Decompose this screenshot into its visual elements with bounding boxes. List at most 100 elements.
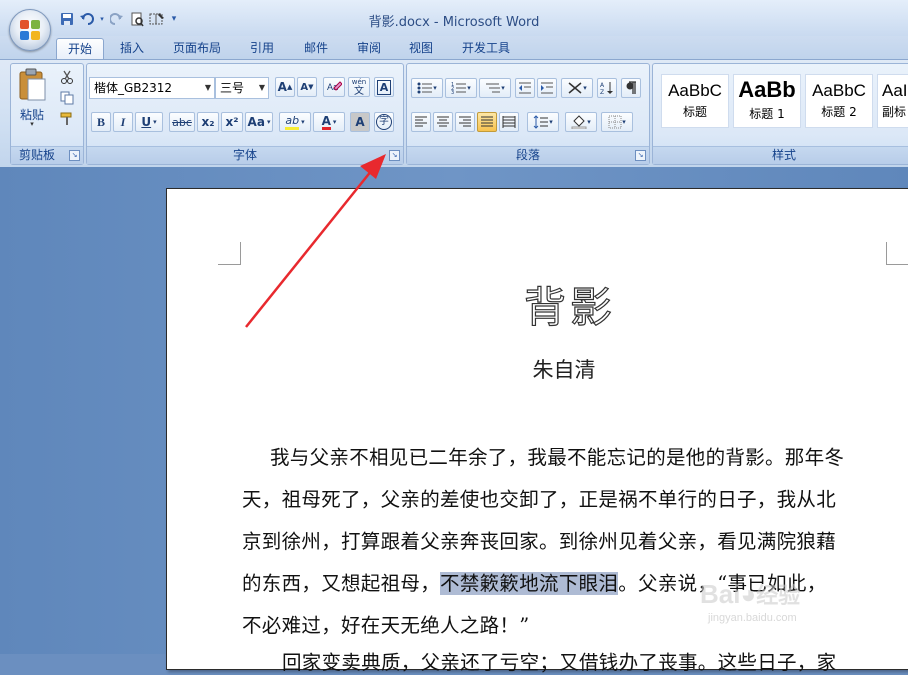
document-title[interactable]: 背影: [166, 274, 908, 335]
justify-icon: [481, 116, 493, 127]
sort-icon: AZ: [600, 82, 613, 95]
paragraph-line[interactable]: 我与父亲不相见已二年余了，我最不能忘记的是他的背影。那年冬: [242, 441, 844, 470]
border-icon: [608, 115, 622, 129]
borders-button[interactable]: ▾: [601, 112, 633, 132]
char-shading-label: A: [355, 115, 365, 129]
paragraph-dialog-launcher[interactable]: ↘: [635, 150, 646, 161]
copy-button[interactable]: [57, 89, 77, 107]
shading-button[interactable]: ▾: [565, 112, 597, 132]
paragraph-line[interactable]: 京到徐州，打算跟着父亲奔丧回家。到徐州见着父亲，看见满院狼藉: [242, 525, 836, 554]
font-size-value: 三号: [220, 81, 245, 95]
tab-home[interactable]: 开始: [56, 38, 104, 61]
tab-mailings[interactable]: 邮件: [294, 38, 338, 60]
baidu-jingyan-watermark: Bai◕经验 jingyan.baidu.com: [700, 578, 900, 648]
increase-indent-button[interactable]: [537, 78, 557, 98]
paste-icon: [19, 68, 46, 101]
font-color-button[interactable]: A ▾: [313, 112, 345, 132]
clear-formatting-button[interactable]: Aa: [323, 77, 345, 97]
paste-button[interactable]: 粘贴 ▾: [15, 68, 49, 130]
tab-references[interactable]: 引用: [240, 38, 284, 60]
page-corner-mark: [218, 242, 241, 265]
style-subtitle[interactable]: AaI 副标: [877, 74, 908, 128]
chevron-down-icon: ▼: [258, 83, 265, 92]
change-case-label: Aa: [247, 115, 265, 129]
font-group: 楷体_GB2312 ▼ 三号 ▼ A ▲ A ▼ Aa wén 文 A B I U ▾…: [86, 63, 404, 165]
paragraph-line[interactable]: 回家变卖典质，父亲还了亏空；又借钱办了丧事。这些日子，家: [242, 646, 836, 675]
chevron-down-icon: ▾: [30, 120, 34, 128]
chinese-layout-button[interactable]: ▾: [561, 78, 593, 98]
numbering-button[interactable]: 1 2 3 ▾: [445, 78, 477, 98]
cut-button[interactable]: [57, 68, 77, 86]
strikethrough-label: abc: [172, 115, 192, 129]
character-border-button[interactable]: A: [374, 77, 394, 97]
bold-label: B: [96, 114, 105, 129]
enclose-char-label: 字: [376, 114, 392, 130]
paragraph-line[interactable]: 不必难过，好在天无绝人之路！”: [242, 609, 529, 638]
subscript-button[interactable]: x₂: [197, 112, 219, 132]
style-heading-1-name: 标题 1: [749, 107, 785, 121]
strikethrough-button[interactable]: abc: [169, 112, 195, 132]
align-center-button[interactable]: [433, 112, 453, 132]
bullets-icon: [417, 82, 433, 94]
office-button[interactable]: [9, 9, 51, 51]
decrease-indent-button[interactable]: [515, 78, 535, 98]
tab-review[interactable]: 审阅: [347, 38, 391, 60]
phonetic-guide-button[interactable]: wén 文: [348, 77, 370, 97]
superscript-button[interactable]: x²: [221, 112, 243, 132]
align-left-icon: [415, 116, 427, 127]
bold-button[interactable]: B: [91, 112, 111, 132]
clipboard-dialog-launcher[interactable]: ↘: [69, 150, 80, 161]
highlight-button[interactable]: ab ▾: [279, 112, 311, 132]
style-heading-2-sample: AaBbC: [812, 81, 866, 100]
paragraph-group-label: 段落: [407, 146, 649, 164]
style-title[interactable]: AaBbC 标题: [661, 74, 729, 128]
paragraph-mark-icon: [626, 81, 636, 94]
chevron-down-icon: ▾: [332, 118, 337, 126]
character-shading-button[interactable]: A: [350, 112, 370, 132]
style-heading-1[interactable]: AaBb 标题 1: [733, 74, 801, 128]
watermark-logo: Bai◕经验: [700, 578, 800, 610]
highlight-label: ab: [285, 114, 300, 130]
align-right-button[interactable]: [455, 112, 475, 132]
selected-text[interactable]: 不禁簌簌地流下眼泪: [440, 572, 619, 595]
enclose-characters-button[interactable]: 字: [374, 112, 394, 132]
tab-page-layout[interactable]: 页面布局: [162, 38, 232, 60]
window-title: 背影.docx - Microsoft Word: [368, 15, 540, 30]
font-dialog-launcher[interactable]: ↘: [389, 150, 400, 161]
grow-font-button[interactable]: A ▲: [275, 77, 295, 97]
title-bar: ▾ ▾ 背影.docx - Microsoft Word: [0, 0, 908, 36]
style-heading-1-sample: AaBb: [738, 77, 796, 102]
show-marks-button[interactable]: [621, 78, 641, 98]
underline-label: U: [141, 115, 152, 129]
italic-button[interactable]: I: [113, 112, 133, 132]
chevron-down-icon: ▾: [266, 118, 271, 126]
text-before-selection: 的东西，又想起祖母，: [242, 572, 441, 595]
bullets-button[interactable]: ▾: [411, 78, 443, 98]
font-size-combo[interactable]: 三号 ▼: [215, 77, 269, 99]
align-right-icon: [459, 116, 471, 127]
underline-button[interactable]: U ▾: [135, 112, 163, 132]
clipboard-group: 粘贴 ▾ 剪贴板 ↘: [10, 63, 84, 165]
watermark-brand: Bai: [700, 579, 741, 609]
shrink-font-button[interactable]: A ▼: [297, 77, 317, 97]
tab-view[interactable]: 视图: [399, 38, 443, 60]
format-painter-button[interactable]: [57, 110, 77, 128]
styles-group: AaBbC 标题 AaBb 标题 1 AaBbC 标题 2 AaI 副标 样式: [652, 63, 908, 165]
sort-button[interactable]: AZ: [597, 78, 617, 98]
align-left-button[interactable]: [411, 112, 431, 132]
font-name-combo[interactable]: 楷体_GB2312 ▼: [89, 77, 215, 99]
style-heading-2[interactable]: AaBbC 标题 2: [805, 74, 873, 128]
paragraph-line[interactable]: 天，祖母死了，父亲的差使也交卸了，正是祸不单行的日子，我从北: [242, 483, 836, 512]
distribute-button[interactable]: [499, 112, 519, 132]
line-spacing-button[interactable]: ▾: [527, 112, 559, 132]
align-center-icon: [437, 116, 449, 127]
chinese-layout-icon: [568, 82, 582, 94]
tab-insert[interactable]: 插入: [110, 38, 154, 60]
increase-indent-icon: [541, 82, 553, 94]
change-case-button[interactable]: Aa ▾: [245, 112, 273, 132]
font-color-label: A: [321, 113, 331, 130]
justify-button[interactable]: [477, 112, 497, 132]
tab-developer[interactable]: 开发工具: [452, 38, 520, 60]
multilevel-list-button[interactable]: ▾: [479, 78, 511, 98]
document-author[interactable]: 朱自清: [0, 354, 908, 384]
